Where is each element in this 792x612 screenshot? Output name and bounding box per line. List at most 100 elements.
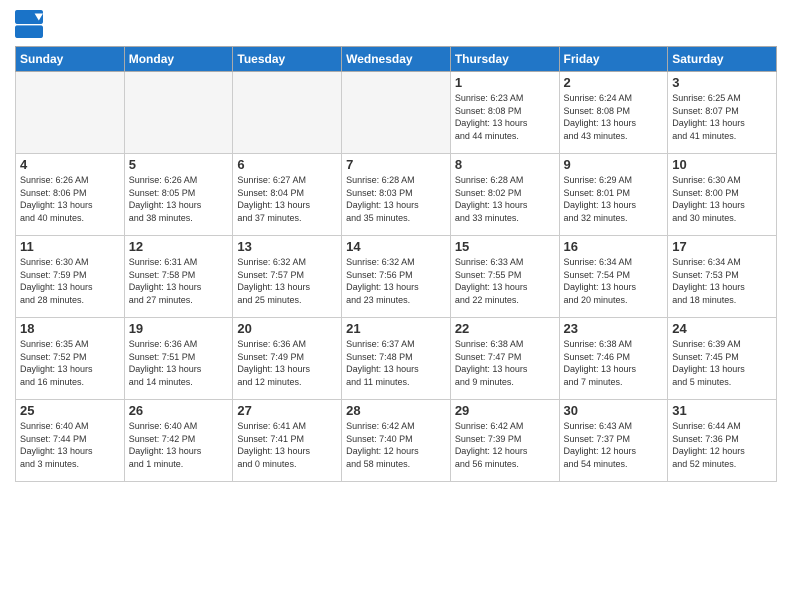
calendar-cell: 31 Sunrise: 6:44 AM Sunset: 7:36 PM Dayli… <box>668 400 777 482</box>
calendar-cell: 19 Sunrise: 6:36 AM Sunset: 7:51 PM Dayli… <box>124 318 233 400</box>
day-number: 27 <box>237 403 337 418</box>
day-info: Sunrise: 6:42 AM Sunset: 7:40 PM Dayligh… <box>346 420 446 470</box>
calendar-cell: 17 Sunrise: 6:34 AM Sunset: 7:53 PM Dayli… <box>668 236 777 318</box>
day-number: 4 <box>20 157 120 172</box>
day-info: Sunrise: 6:29 AM Sunset: 8:01 PM Dayligh… <box>564 174 664 224</box>
calendar-cell: 4 Sunrise: 6:26 AM Sunset: 8:06 PM Daylig… <box>16 154 125 236</box>
day-number: 22 <box>455 321 555 336</box>
calendar-cell: 13 Sunrise: 6:32 AM Sunset: 7:57 PM Dayli… <box>233 236 342 318</box>
day-number: 20 <box>237 321 337 336</box>
calendar-cell: 29Sunrise: 6:42 AM Sunset: 7:39 PM Dayli… <box>450 400 559 482</box>
calendar-cell: 16 Sunrise: 6:34 AM Sunset: 7:54 PM Dayli… <box>559 236 668 318</box>
day-number: 28 <box>346 403 446 418</box>
calendar-cell: 6 Sunrise: 6:27 AM Sunset: 8:04 PM Daylig… <box>233 154 342 236</box>
calendar-cell <box>124 72 233 154</box>
weekday-saturday: Saturday <box>668 47 777 72</box>
day-number: 26 <box>129 403 229 418</box>
day-number: 8 <box>455 157 555 172</box>
day-info: Sunrise: 6:32 AM Sunset: 7:57 PM Dayligh… <box>237 256 337 306</box>
week-row-1: 1 Sunrise: 6:23 AM Sunset: 8:08 PM Daylig… <box>16 72 777 154</box>
day-info: Sunrise: 6:26 AM Sunset: 8:05 PM Dayligh… <box>129 174 229 224</box>
calendar-cell: 20 Sunrise: 6:36 AM Sunset: 7:49 PM Dayli… <box>233 318 342 400</box>
weekday-sunday: Sunday <box>16 47 125 72</box>
day-info: Sunrise: 6:32 AM Sunset: 7:56 PM Dayligh… <box>346 256 446 306</box>
calendar-cell <box>16 72 125 154</box>
week-row-4: 18 Sunrise: 6:35 AM Sunset: 7:52 PM Dayli… <box>16 318 777 400</box>
day-number: 19 <box>129 321 229 336</box>
week-row-2: 4 Sunrise: 6:26 AM Sunset: 8:06 PM Daylig… <box>16 154 777 236</box>
calendar-cell: 7 Sunrise: 6:28 AM Sunset: 8:03 PM Daylig… <box>342 154 451 236</box>
calendar-cell: 10 Sunrise: 6:30 AM Sunset: 8:00 PM Dayli… <box>668 154 777 236</box>
day-info: Sunrise: 6:34 AM Sunset: 7:54 PM Dayligh… <box>564 256 664 306</box>
day-number: 23 <box>564 321 664 336</box>
day-number: 3 <box>672 75 772 90</box>
day-number: 11 <box>20 239 120 254</box>
calendar-cell <box>233 72 342 154</box>
day-number: 29 <box>455 403 555 418</box>
day-info: Sunrise: 6:37 AM Sunset: 7:48 PM Dayligh… <box>346 338 446 388</box>
calendar-cell: 28 Sunrise: 6:42 AM Sunset: 7:40 PM Dayli… <box>342 400 451 482</box>
day-number: 17 <box>672 239 772 254</box>
day-number: 1 <box>455 75 555 90</box>
week-row-5: 25 Sunrise: 6:40 AM Sunset: 7:44 PM Dayli… <box>16 400 777 482</box>
calendar-cell: 2Sunrise: 6:24 AM Sunset: 8:08 PM Daylig… <box>559 72 668 154</box>
day-info: Sunrise: 6:27 AM Sunset: 8:04 PM Dayligh… <box>237 174 337 224</box>
day-info: Sunrise: 6:30 AM Sunset: 8:00 PM Dayligh… <box>672 174 772 224</box>
day-number: 18 <box>20 321 120 336</box>
weekday-wednesday: Wednesday <box>342 47 451 72</box>
day-info: Sunrise: 6:38 AM Sunset: 7:47 PM Dayligh… <box>455 338 555 388</box>
day-number: 12 <box>129 239 229 254</box>
day-number: 16 <box>564 239 664 254</box>
calendar-cell <box>342 72 451 154</box>
calendar-cell: 15Sunrise: 6:33 AM Sunset: 7:55 PM Dayli… <box>450 236 559 318</box>
day-number: 10 <box>672 157 772 172</box>
day-number: 14 <box>346 239 446 254</box>
day-number: 24 <box>672 321 772 336</box>
calendar-cell: 21 Sunrise: 6:37 AM Sunset: 7:48 PM Dayli… <box>342 318 451 400</box>
day-number: 7 <box>346 157 446 172</box>
calendar: SundayMondayTuesdayWednesdayThursdayFrid… <box>15 46 777 482</box>
day-number: 13 <box>237 239 337 254</box>
calendar-cell: 26 Sunrise: 6:40 AM Sunset: 7:42 PM Dayli… <box>124 400 233 482</box>
day-info: Sunrise: 6:33 AM Sunset: 7:55 PM Dayligh… <box>455 256 555 306</box>
logo <box>15 10 47 38</box>
day-info: Sunrise: 6:28 AM Sunset: 8:03 PM Dayligh… <box>346 174 446 224</box>
day-info: Sunrise: 6:35 AM Sunset: 7:52 PM Dayligh… <box>20 338 120 388</box>
day-info: Sunrise: 6:40 AM Sunset: 7:44 PM Dayligh… <box>20 420 120 470</box>
day-number: 5 <box>129 157 229 172</box>
weekday-thursday: Thursday <box>450 47 559 72</box>
day-info: Sunrise: 6:30 AM Sunset: 7:59 PM Dayligh… <box>20 256 120 306</box>
day-info: Sunrise: 6:31 AM Sunset: 7:58 PM Dayligh… <box>129 256 229 306</box>
calendar-cell: 11 Sunrise: 6:30 AM Sunset: 7:59 PM Dayli… <box>16 236 125 318</box>
weekday-monday: Monday <box>124 47 233 72</box>
day-info: Sunrise: 6:40 AM Sunset: 7:42 PM Dayligh… <box>129 420 229 470</box>
day-info: Sunrise: 6:39 AM Sunset: 7:45 PM Dayligh… <box>672 338 772 388</box>
calendar-cell: 3Sunrise: 6:25 AM Sunset: 8:07 PM Daylig… <box>668 72 777 154</box>
calendar-cell: 9Sunrise: 6:29 AM Sunset: 8:01 PM Daylig… <box>559 154 668 236</box>
day-info: Sunrise: 6:26 AM Sunset: 8:06 PM Dayligh… <box>20 174 120 224</box>
day-info: Sunrise: 6:23 AM Sunset: 8:08 PM Dayligh… <box>455 92 555 142</box>
calendar-cell: 18 Sunrise: 6:35 AM Sunset: 7:52 PM Dayli… <box>16 318 125 400</box>
calendar-cell: 25 Sunrise: 6:40 AM Sunset: 7:44 PM Dayli… <box>16 400 125 482</box>
day-number: 6 <box>237 157 337 172</box>
day-number: 21 <box>346 321 446 336</box>
logo-icon <box>15 10 43 38</box>
weekday-header-row: SundayMondayTuesdayWednesdayThursdayFrid… <box>16 47 777 72</box>
day-number: 31 <box>672 403 772 418</box>
calendar-cell: 23Sunrise: 6:38 AM Sunset: 7:46 PM Dayli… <box>559 318 668 400</box>
calendar-cell: 1 Sunrise: 6:23 AM Sunset: 8:08 PM Daylig… <box>450 72 559 154</box>
day-info: Sunrise: 6:34 AM Sunset: 7:53 PM Dayligh… <box>672 256 772 306</box>
calendar-cell: 8 Sunrise: 6:28 AM Sunset: 8:02 PM Daylig… <box>450 154 559 236</box>
calendar-cell: 27Sunrise: 6:41 AM Sunset: 7:41 PM Dayli… <box>233 400 342 482</box>
day-number: 25 <box>20 403 120 418</box>
weekday-friday: Friday <box>559 47 668 72</box>
calendar-cell: 30Sunrise: 6:43 AM Sunset: 7:37 PM Dayli… <box>559 400 668 482</box>
day-info: Sunrise: 6:28 AM Sunset: 8:02 PM Dayligh… <box>455 174 555 224</box>
page: SundayMondayTuesdayWednesdayThursdayFrid… <box>0 0 792 612</box>
header <box>15 10 777 38</box>
day-info: Sunrise: 6:36 AM Sunset: 7:49 PM Dayligh… <box>237 338 337 388</box>
day-number: 2 <box>564 75 664 90</box>
weekday-tuesday: Tuesday <box>233 47 342 72</box>
day-info: Sunrise: 6:44 AM Sunset: 7:36 PM Dayligh… <box>672 420 772 470</box>
day-info: Sunrise: 6:36 AM Sunset: 7:51 PM Dayligh… <box>129 338 229 388</box>
